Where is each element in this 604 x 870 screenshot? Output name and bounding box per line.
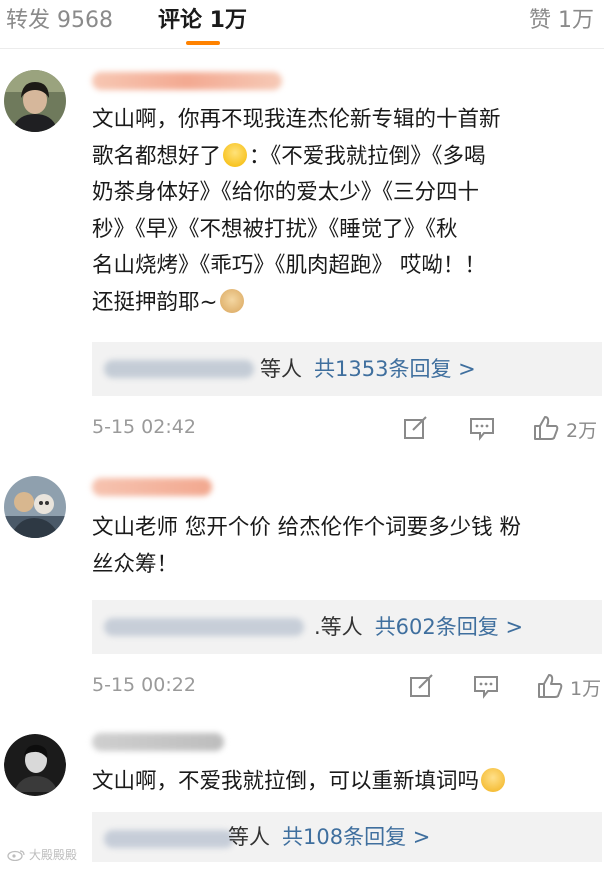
edit-icon[interactable] xyxy=(408,672,436,700)
tab-bar: 转发 9568 评论 1万 赞 1万 xyxy=(0,0,604,49)
like-count: 2万 xyxy=(566,420,598,442)
reply-count-link[interactable]: 共108条回复 > xyxy=(282,825,430,849)
comment-line: ：《不爱我就拉倒》《多喝 xyxy=(249,143,486,169)
comment-line: 歌名都想好了 xyxy=(92,143,222,169)
comment-line: 名山烧烤》《乖巧》《肌肉超跑》 哎呦！！ xyxy=(92,253,486,278)
tab-repost[interactable]: 转发 9568 xyxy=(6,6,113,36)
like-icon[interactable] xyxy=(536,672,564,700)
like-icon[interactable] xyxy=(532,414,560,442)
comment-line: 还挺押韵耶~ xyxy=(92,289,218,315)
comment-meta: 5-15 02:42 2万 xyxy=(92,414,604,444)
doge-emoji xyxy=(219,288,244,313)
reply-etc-label: 等人 xyxy=(228,825,270,849)
reply-summary: 等人 共1353条回复 > xyxy=(260,354,476,384)
comment-text: 文山啊，不爱我就拉倒，可以重新填词吗 xyxy=(92,764,592,801)
comment-icon[interactable] xyxy=(472,672,500,700)
timestamp: 5-15 02:42 xyxy=(92,416,196,438)
comment-icon[interactable] xyxy=(468,414,496,442)
tab-comments[interactable]: 评论 1万 xyxy=(158,6,247,36)
timestamp: 5-15 00:22 xyxy=(92,674,196,696)
comment-text: 文山啊，你再不现我连杰伦新专辑的十首新 歌名都想好了 ：《不爱我就拉倒》《多喝 奶… xyxy=(92,102,592,321)
watermark-text: 大殿殿殿 xyxy=(29,848,78,862)
reply-etc-label: 等人 xyxy=(260,357,302,381)
speechless-emoji xyxy=(481,768,506,792)
reply-count-link[interactable]: 共602条回复 > xyxy=(375,615,523,639)
weibo-logo-icon xyxy=(7,849,25,861)
comment-line: 秒》《早》《不想被打扰》《睡觉了》《秋 xyxy=(92,216,458,242)
avatar[interactable] xyxy=(4,476,66,538)
username-blurred[interactable] xyxy=(92,733,224,751)
comment-text: 文山老师 您开个价 给杰伦作个词要多少钱 粉 丝众筹！ xyxy=(92,510,592,583)
comment-line: 文山啊，不爱我就拉倒，可以重新填词吗 xyxy=(92,769,480,794)
reply-etc-label: .等人 xyxy=(314,615,363,639)
comment-line: 文山啊，你再不现我连杰伦新专辑的十首新 xyxy=(92,107,501,132)
username-blurred[interactable] xyxy=(92,72,282,90)
edit-icon[interactable] xyxy=(402,414,430,442)
watermark: 大殿殿殿 xyxy=(6,846,77,863)
reply-names-blurred xyxy=(104,830,234,848)
comment-line: 文山老师 您开个价 给杰伦作个词要多少钱 粉 xyxy=(92,515,522,540)
reply-names-blurred xyxy=(104,618,304,636)
reply-summary: 等人 共108条回复 > xyxy=(228,822,430,852)
comment-line: 丝众筹！ xyxy=(92,551,179,577)
active-tab-indicator xyxy=(186,41,220,45)
reply-preview[interactable]: 等人 共108条回复 > xyxy=(92,812,602,862)
tab-likes[interactable]: 赞 1万 xyxy=(529,6,594,36)
username-blurred[interactable] xyxy=(92,478,212,496)
avatar[interactable] xyxy=(4,70,66,132)
like-count: 1万 xyxy=(570,678,602,700)
reply-preview[interactable]: .等人 共602条回复 > xyxy=(92,600,602,654)
reply-names-blurred xyxy=(104,360,254,378)
reply-preview[interactable]: 等人 共1353条回复 > xyxy=(92,342,602,396)
reply-summary: .等人 共602条回复 > xyxy=(314,612,523,642)
reply-count-link[interactable]: 共1353条回复 > xyxy=(314,357,476,381)
avatar[interactable] xyxy=(4,734,66,796)
comment-meta: 5-15 00:22 1万 xyxy=(92,672,604,702)
laugh-cry-emoji xyxy=(223,142,248,167)
comment-line: 奶茶身体好》《给你的爱太少》《三分四十 xyxy=(92,180,480,205)
